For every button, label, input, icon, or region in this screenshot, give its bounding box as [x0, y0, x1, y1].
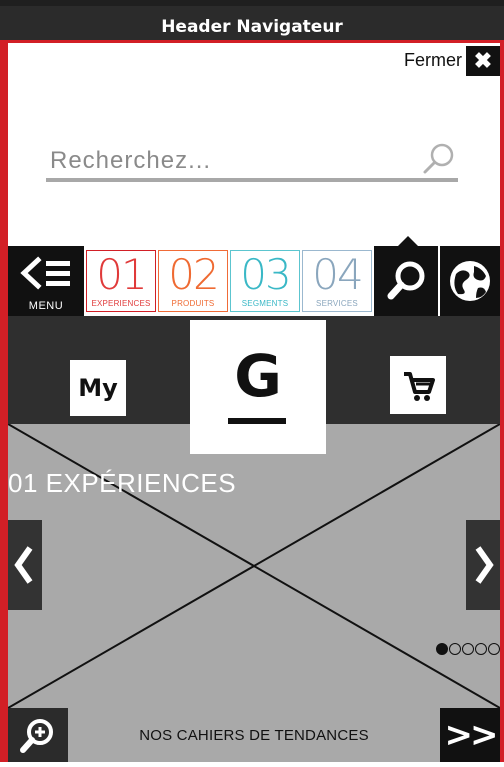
brand-letter: G: [234, 342, 282, 410]
tab-number: 03: [240, 250, 291, 299]
slider-next-button[interactable]: [466, 520, 500, 610]
logo-bar: My G: [8, 316, 500, 454]
zoom-button[interactable]: [8, 708, 68, 762]
my-account-button[interactable]: My: [70, 360, 126, 416]
top-red-border: [0, 40, 504, 43]
pagination-dot-active[interactable]: [436, 642, 448, 655]
right-red-border: [500, 40, 504, 762]
nav-bar: MENU 01 EXPERIENCES 02 PRODUITS 03 SEGME…: [8, 236, 500, 316]
tab-number: 01: [96, 250, 147, 299]
tab-caption: EXPERIENCES: [91, 299, 151, 308]
brand-underline: [228, 418, 286, 424]
slide-title: 01 EXPÉRIENCES: [8, 468, 237, 498]
tab-number: 02: [168, 250, 219, 299]
tab-produits[interactable]: 02 PRODUITS: [158, 250, 228, 312]
tab-caption: SERVICES: [316, 299, 358, 308]
search-tab-notch: [398, 236, 418, 246]
cart-button[interactable]: [390, 356, 446, 414]
tab-caption: PRODUITS: [171, 299, 215, 308]
pagination-dot[interactable]: [462, 642, 474, 655]
menu-label: MENU: [28, 300, 64, 312]
search-toggle-button[interactable]: [374, 246, 438, 316]
tab-number: 04: [312, 250, 363, 299]
left-red-border: [0, 40, 8, 762]
tab-segments[interactable]: 03 SEGMENTS: [230, 250, 300, 312]
menu-button[interactable]: MENU: [8, 246, 84, 316]
image-placeholder: [8, 424, 500, 708]
cart-icon: [404, 372, 435, 401]
chevron-left-icon: [14, 546, 33, 584]
search-icon[interactable]: [420, 142, 456, 176]
slider-pagination: [435, 640, 500, 656]
zoom-in-icon: [20, 719, 53, 753]
pagination-dot[interactable]: [449, 642, 461, 655]
tab-caption: SEGMENTS: [241, 299, 289, 308]
pagination-dot[interactable]: [475, 642, 487, 655]
language-button[interactable]: [440, 246, 500, 316]
header-title: Header Navigateur: [0, 0, 504, 40]
tab-experiences[interactable]: 01 EXPERIENCES: [86, 250, 156, 312]
brand-logo[interactable]: G: [190, 320, 326, 454]
close-icon: ✖: [473, 48, 493, 73]
search-bar: [46, 138, 458, 182]
search-input[interactable]: [46, 142, 406, 180]
tab-services[interactable]: 04 SERVICES: [302, 250, 372, 312]
slider-prev-button[interactable]: [8, 520, 42, 610]
close-button[interactable]: ✖: [466, 46, 500, 76]
trends-link[interactable]: NOS CAHIERS DE TENDANCES: [68, 708, 440, 762]
bottom-bar: NOS CAHIERS DE TENDANCES >>: [8, 708, 500, 762]
globe-icon: [450, 261, 490, 301]
close-link[interactable]: Fermer: [404, 46, 462, 74]
menu-back-icon: [20, 256, 70, 290]
chevron-right-icon: [475, 546, 494, 584]
trends-next-button[interactable]: >>: [440, 708, 500, 762]
pagination-dot[interactable]: [488, 642, 500, 655]
magnifier-icon: [387, 261, 425, 300]
device-frame: Header Navigateur Fermer ✖ MENU 01 E: [0, 0, 504, 762]
hero-slider: 01 EXPÉRIENCES: [8, 424, 500, 708]
